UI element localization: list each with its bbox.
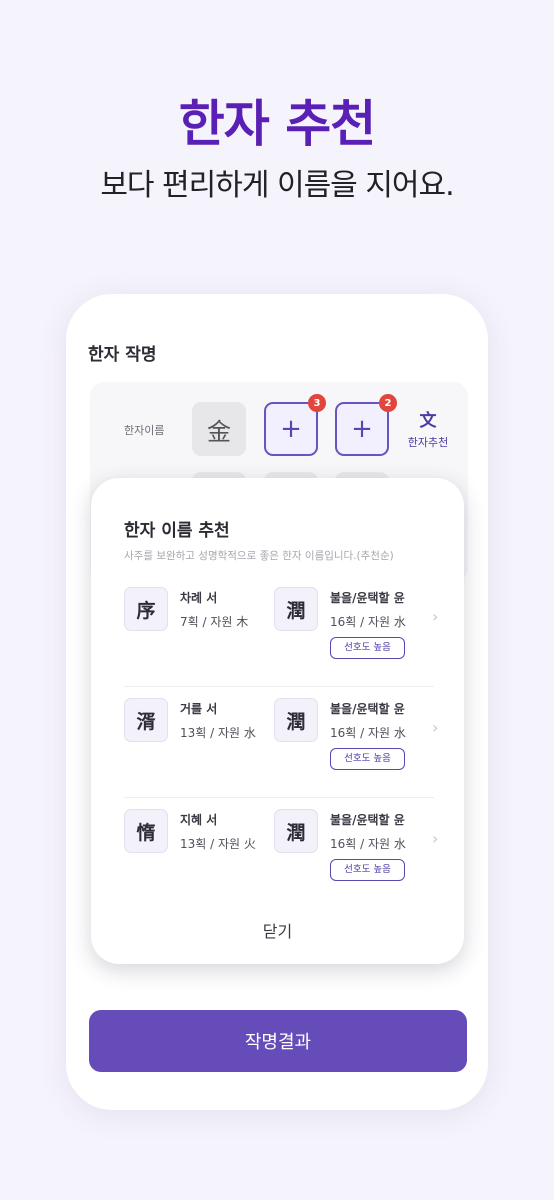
plus-icon: + [351,414,373,444]
hanja-recommend-label: 한자추천 [407,436,449,449]
close-button[interactable]: 닫기 [91,918,464,942]
char-meaning: 불을/윤택할 윤 [330,813,405,827]
recommend-modal: 한자 이름 추천 사주를 보완하고 성명학적으로 좋은 한자 이름입니다.(추천… [91,478,464,964]
char-meaning: 거를 서 [180,702,218,716]
count-badge-2: 2 [379,394,397,412]
char-stats: 7획 / 자원 木 [180,615,249,629]
char-meaning: 불을/윤택할 윤 [330,591,405,605]
modal-description: 사주를 보완하고 성명학적으로 좋은 한자 이름입니다.(추천순) [124,550,394,562]
recommendation-row[interactable]: 惰 지혜 서 13획 / 자원 火 潤 불을/윤택할 윤 16획 / 자원 水 … [124,797,438,905]
row-divider [124,797,434,798]
preference-badge: 선호도 높음 [330,637,405,659]
char-stats: 16획 / 자원 水 [330,726,406,740]
char-stats: 16획 / 자원 水 [330,837,406,851]
plus-icon: + [280,414,302,444]
recommendation-row[interactable]: 湑 거를 서 13획 / 자원 水 潤 불을/윤택할 윤 16획 / 자원 水 … [124,686,438,794]
modal-title: 한자 이름 추천 [124,521,230,541]
chevron-right-icon: › [432,829,439,848]
add-char-slot-1[interactable]: + 3 [264,394,326,456]
add-char-slot-2[interactable]: + 2 [335,394,397,456]
first-char-box: 湑 [124,698,168,742]
recommendation-row[interactable]: 序 차례 서 7획 / 자원 木 潤 불을/윤택할 윤 16획 / 자원 水 선… [124,583,438,683]
first-char-info: 거를 서 13획 / 자원 水 [180,700,256,741]
preference-badge: 선호도 높음 [330,748,405,770]
char-meaning: 불을/윤택할 윤 [330,702,405,716]
first-char-box: 序 [124,587,168,631]
char-stats: 13획 / 자원 水 [180,726,256,740]
hero-title: 한자 추천 [178,95,376,153]
screen-title: 한자 작명 [88,345,157,365]
second-char-box: 潤 [274,587,318,631]
hanja-recommend-button[interactable]: 文 한자추천 [398,406,458,450]
hanja-icon: 文 [419,411,437,431]
second-char-box: 潤 [274,809,318,853]
chevron-right-icon: › [432,607,439,626]
row-divider [124,686,434,687]
first-char-info: 지혜 서 13획 / 자원 火 [180,811,256,852]
second-char-info: 불을/윤택할 윤 16획 / 자원 水 선호도 높음 [330,811,406,881]
char-stats: 13획 / 자원 火 [180,837,256,851]
second-char-info: 불을/윤택할 윤 16획 / 자원 水 선호도 높음 [330,700,406,770]
char-stats: 16획 / 자원 水 [330,615,406,629]
chevron-right-icon: › [432,718,439,737]
naming-result-button[interactable]: 작명결과 [89,1010,467,1072]
count-badge-1: 3 [308,394,326,412]
first-char-box: 惰 [124,809,168,853]
hero-subtitle: 보다 편리하게 이름을 지어요. [100,168,454,203]
surname-char-slot[interactable]: 金 [192,402,246,456]
name-row-label: 한자이름 [124,424,165,437]
char-meaning: 지혜 서 [180,813,218,827]
second-char-box: 潤 [274,698,318,742]
first-char-info: 차례 서 7획 / 자원 木 [180,589,248,630]
preference-badge: 선호도 높음 [330,859,405,881]
char-meaning: 차례 서 [180,591,218,605]
second-char-info: 불을/윤택할 윤 16획 / 자원 水 선호도 높음 [330,589,406,659]
